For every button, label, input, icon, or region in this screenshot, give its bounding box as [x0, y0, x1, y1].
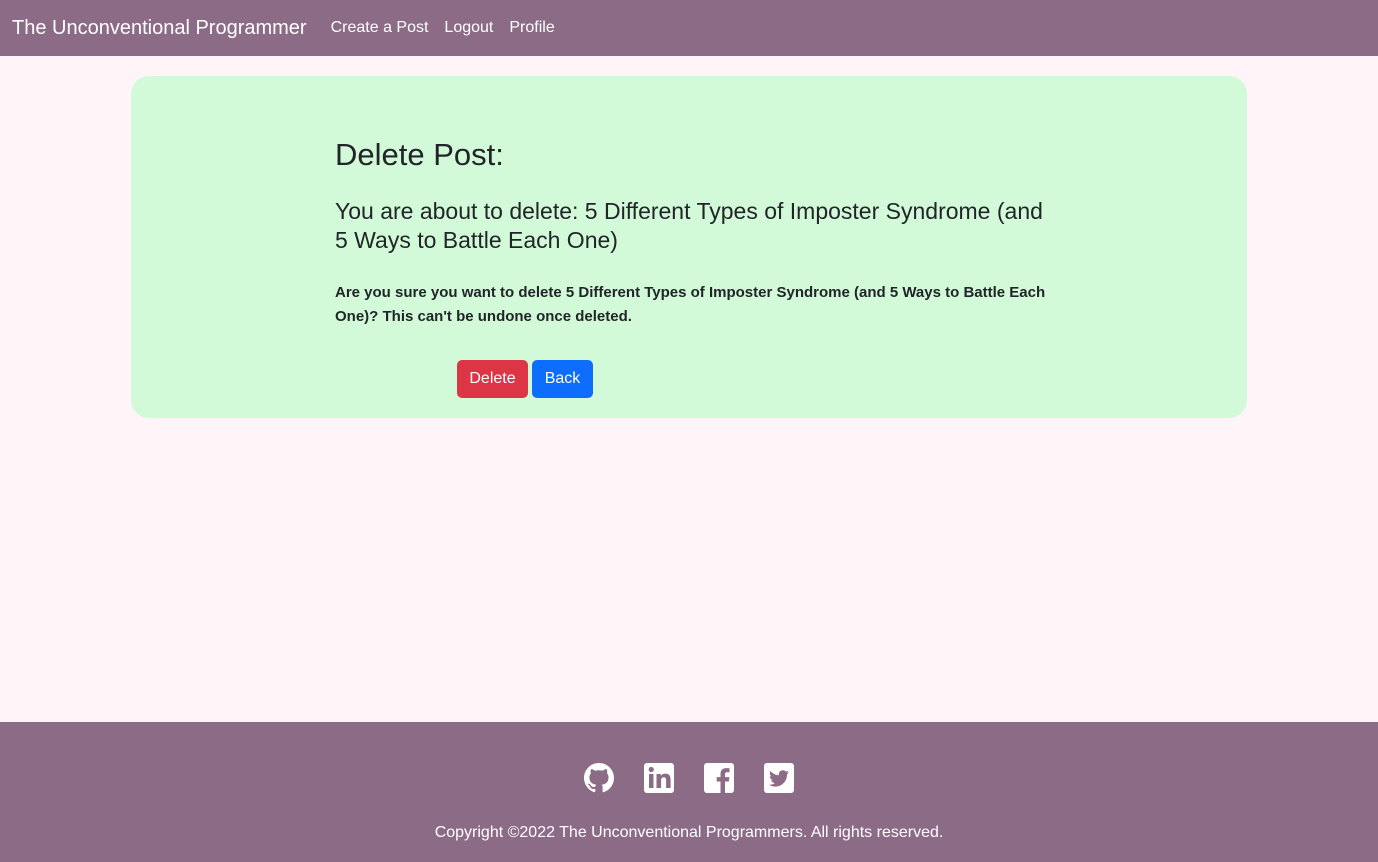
delete-post-card: Delete Post: You are about to delete: 5 … [131, 76, 1247, 418]
navbar: The Unconventional Programmer Create a P… [0, 0, 1378, 56]
facebook-icon[interactable] [703, 762, 735, 794]
back-button[interactable]: Back [532, 360, 593, 398]
delete-button[interactable]: Delete [457, 360, 528, 398]
delete-post-content: Delete Post: You are about to delete: 5 … [335, 136, 1055, 329]
nav-link-profile[interactable]: Profile [509, 19, 554, 37]
twitter-icon[interactable] [763, 762, 795, 794]
linkedin-icon[interactable] [643, 762, 675, 794]
delete-subtitle: You are about to delete: 5 Different Typ… [335, 198, 1043, 254]
nav-link-logout[interactable]: Logout [444, 19, 493, 37]
action-buttons: Delete Back [457, 360, 593, 398]
confirm-message: Are you sure you want to delete 5 Differ… [335, 284, 1046, 326]
copyright-text: Copyright ©2022 The Unconventional Progr… [434, 824, 944, 841]
page-title: Delete Post: [335, 137, 504, 172]
footer: Copyright ©2022 The Unconventional Progr… [0, 722, 1378, 862]
nav-link-create-post[interactable]: Create a Post [331, 19, 429, 37]
social-links [0, 762, 1378, 794]
brand-link[interactable]: The Unconventional Programmer [12, 17, 307, 40]
github-icon[interactable] [583, 762, 615, 794]
